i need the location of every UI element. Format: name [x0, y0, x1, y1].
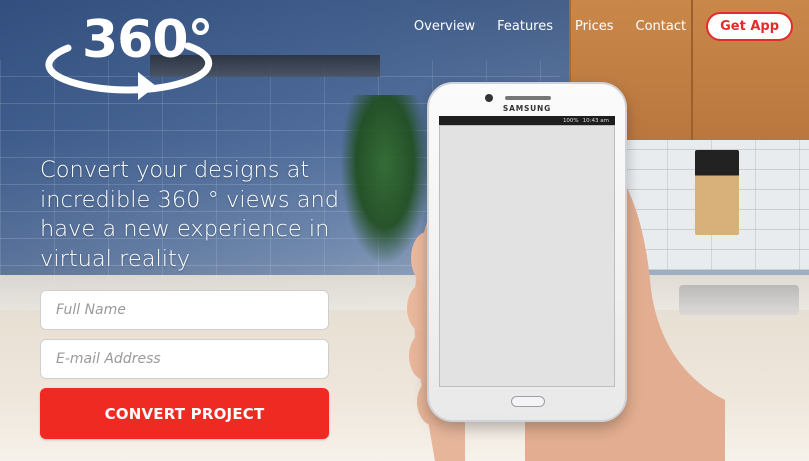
main-nav: Overview Features Prices Contact Get App — [414, 11, 793, 41]
phone-speaker — [505, 96, 551, 100]
nav-contact[interactable]: Contact — [636, 19, 687, 34]
phone-brand: SAMSUNG — [502, 104, 552, 113]
phone-battery: 100% — [562, 117, 579, 124]
nav-features[interactable]: Features — [497, 19, 553, 34]
full-name-input[interactable] — [40, 290, 329, 330]
phone-screen — [439, 125, 615, 387]
email-input[interactable] — [40, 339, 329, 379]
get-app-button[interactable]: Get App — [706, 11, 793, 41]
phone-status-bar: 100% 10:43 am — [439, 116, 615, 125]
hero-headline: Convert your designs at incredible 360 °… — [40, 157, 340, 272]
nav-prices[interactable]: Prices — [575, 19, 614, 34]
phone-camera-icon — [485, 94, 493, 102]
phone-mockup: SAMSUNG 100% 10:43 am — [427, 82, 627, 422]
phone-home-button — [511, 396, 545, 407]
site-logo[interactable]: 360° — [38, 10, 228, 100]
nav-overview[interactable]: Overview — [414, 19, 475, 34]
convert-project-button[interactable]: CONVERT PROJECT — [40, 388, 329, 439]
logo-text: 360° — [82, 10, 214, 70]
phone-time: 10:43 am — [582, 117, 609, 124]
